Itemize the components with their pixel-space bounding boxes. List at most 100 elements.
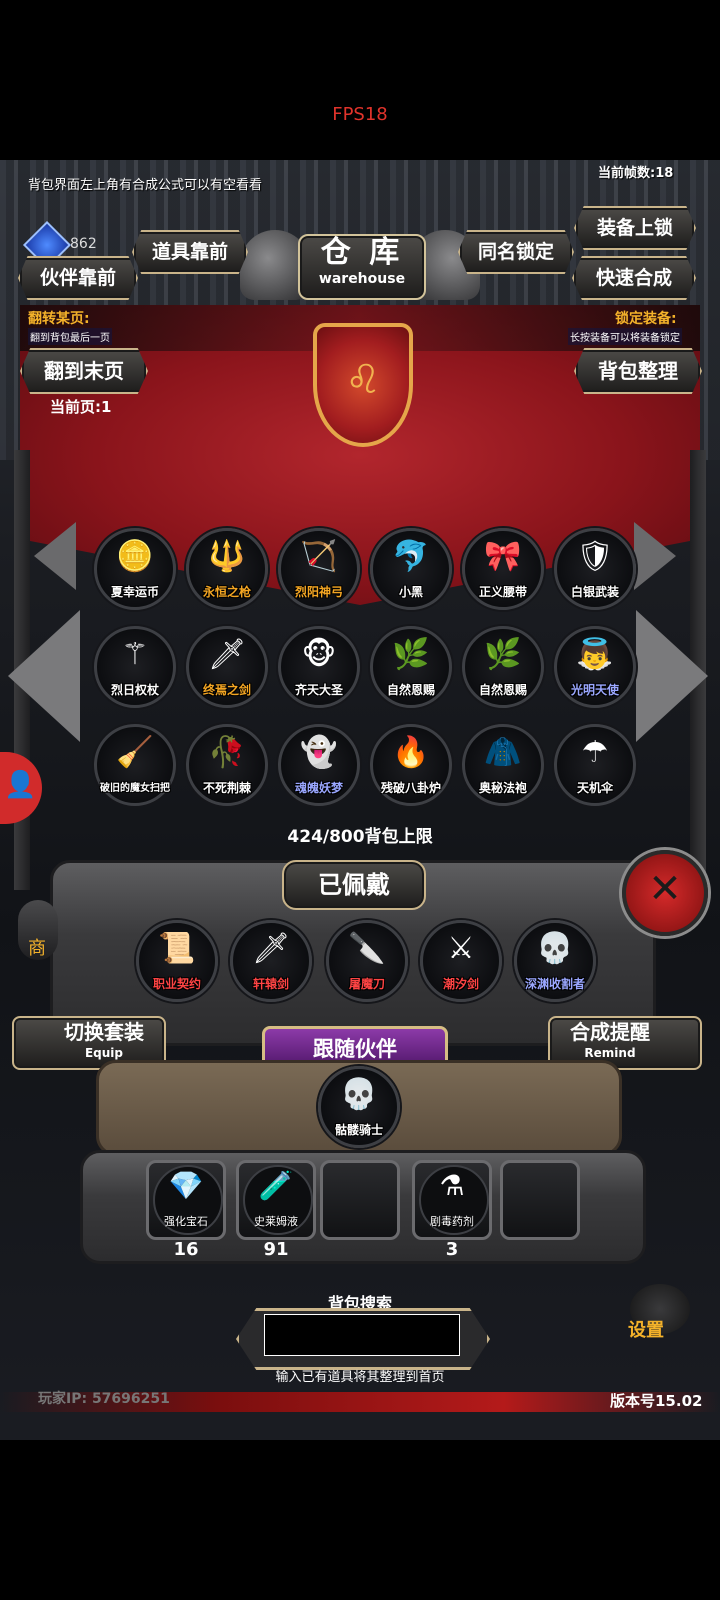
craft-remind-label: 合成提醒: [570, 1020, 650, 1044]
equipped-slot[interactable]: 💀 深渊收割者: [514, 920, 596, 1002]
consumable-name: 史莱姆液: [254, 1215, 298, 1228]
current-page: 当前页:1: [50, 398, 112, 416]
equipped-item-icon: 💀: [536, 931, 574, 966]
hint-text: 背包界面左上角有合成公式可以有空看看: [28, 178, 263, 193]
close-button[interactable]: ✕: [622, 850, 708, 936]
consumable-slot[interactable]: [500, 1160, 580, 1240]
equipped-title: 已佩戴: [282, 860, 426, 910]
items-front-button[interactable]: 道具靠前: [132, 230, 248, 274]
search-input[interactable]: [264, 1314, 460, 1356]
item-name: 正义腰带: [478, 585, 527, 599]
same-name-lock-button[interactable]: 同名锁定: [458, 230, 574, 274]
item-name: 天机伞: [576, 781, 613, 795]
version-number: 版本号15.02: [610, 1392, 703, 1410]
equipped-slot[interactable]: ⚔ 潮汐剑: [420, 920, 502, 1002]
inventory-slot[interactable]: 🐵 齐天大圣: [278, 626, 360, 708]
consumable-slot[interactable]: 🧪 史莱姆液 91: [236, 1160, 316, 1260]
equipped-item-name: 潮汐剑: [442, 977, 479, 991]
lion-shield-emblem: ♌: [313, 323, 413, 447]
consumable-slot[interactable]: 💎 强化宝石 16: [146, 1160, 226, 1260]
game-screen: 背包界面左上角有合成公式可以有空看看 当前帧数:18 862 ♌ 仓 库 war…: [0, 160, 720, 1440]
equipped-slot[interactable]: 🔪 屠魔刀: [326, 920, 408, 1002]
consumable-slot[interactable]: ⚗ 剧毒药剂 3: [412, 1160, 492, 1260]
sort-bag-button[interactable]: 背包整理: [574, 348, 702, 394]
consumable-slot[interactable]: [320, 1160, 400, 1240]
inventory-slot[interactable]: 🗡 终焉之剑: [186, 626, 268, 708]
frame-count: 当前帧数:18: [598, 166, 674, 181]
partner-slot[interactable]: 💀 骷髅骑士: [318, 1066, 400, 1148]
item-name: 自然恩赐: [478, 683, 527, 697]
flip-page-desc: 翻到背包最后一页: [28, 328, 112, 345]
item-name: 小黑: [398, 585, 423, 599]
item-name: 破旧的魔女扫把: [100, 783, 170, 794]
settings-label[interactable]: 设置: [628, 1316, 664, 1342]
next-page-arrow[interactable]: [636, 610, 708, 742]
inventory-slot[interactable]: 🌿 自然恩赐: [370, 626, 452, 708]
inventory-slot[interactable]: 👼 光明天使: [554, 626, 636, 708]
inventory-slot[interactable]: 🐬 小黑: [370, 528, 452, 610]
item-icon: 🐬: [392, 539, 430, 574]
inventory-slot[interactable]: 🧹 破旧的魔女扫把: [94, 724, 176, 806]
inventory-slot[interactable]: 🔥 残破八卦炉: [370, 724, 452, 806]
inventory-slot[interactable]: ☂ 天机伞: [554, 724, 636, 806]
switch-equip-sublabel: Equip: [84, 1046, 124, 1060]
item-name: 夏幸运币: [110, 585, 159, 599]
item-icon: 🔥: [392, 735, 430, 770]
item-name: 自然恩赐: [386, 683, 435, 697]
last-page-button[interactable]: 翻到末页: [20, 348, 148, 394]
item-icon: 🛡: [575, 539, 615, 574]
prev-page-arrow[interactable]: [8, 610, 80, 742]
quick-craft-button[interactable]: 快速合成: [572, 256, 696, 300]
bag-capacity: 424/800背包上限: [287, 827, 433, 847]
item-name: 白银武装: [570, 585, 619, 599]
equipped-item-name: 轩辕剑: [252, 977, 289, 991]
item-icon: ☂: [581, 735, 609, 770]
inventory-slot[interactable]: 👻 魂魄妖梦: [278, 724, 360, 806]
equipped-item-icon: 📜: [158, 931, 196, 966]
equipped-slot[interactable]: 📜 职业契约: [136, 920, 218, 1002]
currency-value: 862: [70, 236, 97, 252]
inventory-slot[interactable]: 🏹 烈阳神弓: [278, 528, 360, 610]
partner-front-button[interactable]: 伙伴靠前: [18, 256, 138, 300]
item-name: 残破八卦炉: [380, 781, 441, 795]
inventory-slot[interactable]: 🧥 奥秘法袍: [462, 724, 544, 806]
consumable-name: 强化宝石: [164, 1215, 208, 1228]
skeleton-knight-icon: 💀: [340, 1077, 378, 1112]
item-name: 齐天大圣: [294, 683, 343, 697]
close-icon: ✕: [648, 866, 682, 912]
lock-equip-label: 锁定装备:: [615, 311, 677, 327]
item-icon: 🥀: [208, 735, 246, 770]
profile-tab[interactable]: 👤: [0, 752, 42, 824]
item-name: 不死荆棘: [202, 781, 251, 795]
shop-side-button[interactable]: 商: [18, 900, 58, 960]
consumable-count: 91: [263, 1239, 289, 1260]
page-title: 仓 库: [320, 235, 404, 270]
inventory-slot[interactable]: 🪙 夏幸运币: [94, 528, 176, 610]
next-small-arrow[interactable]: [634, 522, 676, 590]
player-ip: 玩家IP: 57696251: [38, 1391, 170, 1407]
inventory-slot[interactable]: 🛡 白银武装: [554, 528, 636, 610]
item-icon: 👼: [576, 637, 614, 672]
prev-small-arrow[interactable]: [34, 522, 76, 590]
equipped-slot[interactable]: 🗡 轩辕剑: [230, 920, 312, 1002]
equipped-item-icon: 🔪: [348, 931, 386, 966]
lion-icon: ♌: [345, 357, 381, 403]
inventory-slot[interactable]: ⚚ 烈日权杖: [94, 626, 176, 708]
item-icon: 🏹: [300, 539, 338, 574]
inventory-slot[interactable]: 🥀 不死荆棘: [186, 724, 268, 806]
consumable-icon: ⚗: [439, 1169, 465, 1202]
inventory-slot[interactable]: 🔱 永恒之枪: [186, 528, 268, 610]
item-icon: 🧹: [116, 735, 154, 770]
inventory-slot[interactable]: 🌿 自然恩赐: [462, 626, 544, 708]
item-icon: 🌿: [392, 637, 430, 672]
switch-equip-label: 切换套装: [64, 1020, 144, 1044]
consumable-icon: 🧪: [258, 1169, 294, 1202]
page-subtitle: warehouse: [318, 271, 406, 287]
equipped-item-name: 屠魔刀: [348, 977, 385, 991]
item-icon: 🔱: [208, 539, 246, 574]
partner-name: 骷髅骑士: [334, 1123, 383, 1137]
equip-lock-button[interactable]: 装备上锁: [574, 206, 696, 250]
shop-label: 商: [28, 938, 46, 959]
inventory-slot[interactable]: 🎀 正义腰带: [462, 528, 544, 610]
item-name: 奥秘法袍: [478, 781, 527, 795]
